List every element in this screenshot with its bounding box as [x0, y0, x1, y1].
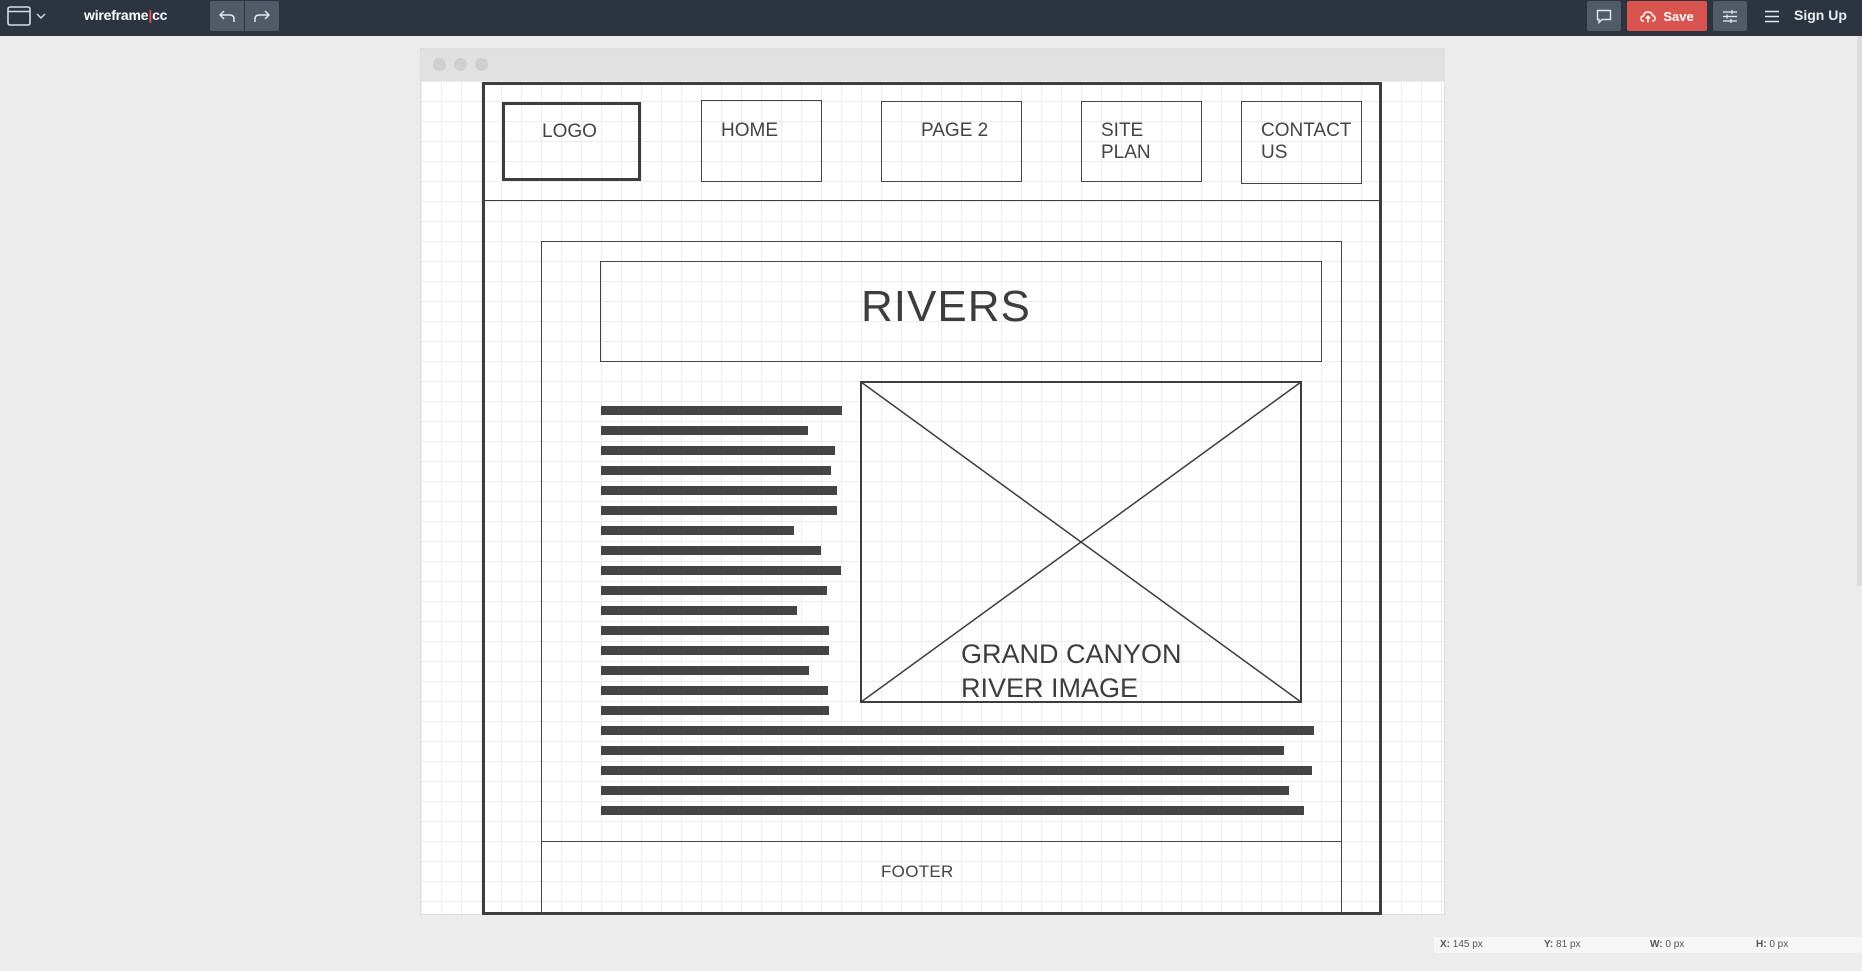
window-dot-minimize	[454, 58, 467, 71]
placeholder-text-line[interactable]	[601, 626, 829, 635]
cloud-upload-icon	[1640, 10, 1657, 22]
settings-button[interactable]	[1713, 1, 1747, 31]
redo-icon	[254, 10, 270, 22]
window-dot-close	[433, 58, 446, 71]
nav-contact-label-2: US	[1261, 142, 1288, 163]
comment-button[interactable]	[1587, 1, 1621, 31]
placeholder-text-line[interactable]	[601, 426, 808, 435]
window-dot-maximize	[475, 58, 488, 71]
nav-home-label: HOME	[721, 120, 778, 141]
sign-up-link[interactable]: Sign Up	[1794, 7, 1847, 23]
image-caption-line-1: GRAND CANYON	[961, 639, 1182, 669]
wireframe-image-caption[interactable]: GRAND CANYON RIVER IMAGE	[961, 637, 1182, 705]
browser-chrome-bar	[421, 49, 1444, 81]
placeholder-text-line[interactable]	[601, 706, 829, 715]
sliders-icon	[1723, 9, 1737, 23]
placeholder-text-line[interactable]	[601, 606, 797, 615]
wireframe-logo-box[interactable]: LOGO	[502, 102, 641, 181]
comment-icon	[1596, 9, 1612, 24]
nav-contact-label-1: CONTACT	[1261, 120, 1352, 141]
placeholder-text-line[interactable]	[601, 806, 1304, 815]
h-label: H:	[1756, 939, 1767, 950]
save-label: Save	[1663, 8, 1694, 24]
placeholder-text-line[interactable]	[601, 586, 827, 595]
wireframe-nav-home[interactable]: HOME	[701, 100, 822, 182]
y-value: 81 px	[1556, 939, 1581, 950]
x-value: 145 px	[1452, 939, 1483, 950]
vertical-scrollbar[interactable]	[1857, 36, 1862, 586]
w-value: 0 px	[1665, 939, 1685, 950]
chevron-down-icon[interactable]	[34, 6, 48, 26]
wireframe-footer-divider[interactable]	[541, 841, 1342, 842]
nav-page2-label: PAGE 2	[921, 120, 989, 141]
nav-site-plan-label-1: SITE	[1101, 120, 1144, 141]
hamburger-menu-icon[interactable]	[1760, 4, 1784, 28]
wireframe-nav-site-plan[interactable]: SITE PLAN	[1081, 101, 1202, 182]
wireframe-title: RIVERS	[861, 282, 1031, 331]
save-button[interactable]: Save	[1627, 1, 1707, 31]
placeholder-text-line[interactable]	[601, 686, 828, 695]
image-caption-line-2: RIVER IMAGE	[961, 673, 1139, 703]
placeholder-text-line[interactable]	[601, 766, 1312, 775]
wireframe-nav-page2[interactable]: PAGE 2	[881, 101, 1022, 182]
undo-icon	[219, 10, 235, 22]
coordinates-status-bar: X: 145 px Y: 81 px W: 0 px H: 0 px	[1434, 937, 1862, 953]
placeholder-text-line[interactable]	[601, 746, 1284, 755]
w-label: W:	[1650, 939, 1663, 950]
placeholder-text-line[interactable]	[601, 786, 1289, 795]
brand-main: wireframe	[84, 7, 149, 23]
logo-label: LOGO	[542, 121, 597, 142]
redo-button[interactable]	[245, 1, 279, 31]
top-toolbar: wireframe|cc Save Sign Up	[0, 0, 1862, 36]
placeholder-text-line[interactable]	[601, 466, 831, 475]
placeholder-text-line[interactable]	[601, 546, 821, 555]
wireframe-footer-label: FOOTER	[881, 862, 954, 881]
placeholder-text-line[interactable]	[601, 726, 1314, 735]
placeholder-text-line[interactable]	[601, 526, 794, 535]
app-logo[interactable]: wireframe|cc	[84, 7, 167, 23]
brand-tail: cc	[152, 7, 168, 23]
y-label: Y:	[1544, 939, 1554, 950]
nav-site-plan-label-2: PLAN	[1101, 142, 1151, 163]
placeholder-text-line[interactable]	[601, 406, 842, 415]
undo-button[interactable]	[210, 1, 244, 31]
placeholder-text-line[interactable]	[601, 486, 837, 495]
placeholder-text-line[interactable]	[601, 446, 835, 455]
placeholder-text-line[interactable]	[601, 566, 841, 575]
placeholder-text-line[interactable]	[601, 646, 829, 655]
placeholder-text-line[interactable]	[601, 506, 837, 515]
placeholder-text-line[interactable]	[601, 666, 809, 675]
x-label: X:	[1440, 939, 1450, 950]
wireframe-nav-contact[interactable]: CONTACT US	[1241, 101, 1362, 184]
wireframe-header-divider[interactable]	[482, 200, 1382, 201]
browser-window-icon[interactable]	[6, 4, 32, 28]
h-value: 0 px	[1769, 939, 1789, 950]
